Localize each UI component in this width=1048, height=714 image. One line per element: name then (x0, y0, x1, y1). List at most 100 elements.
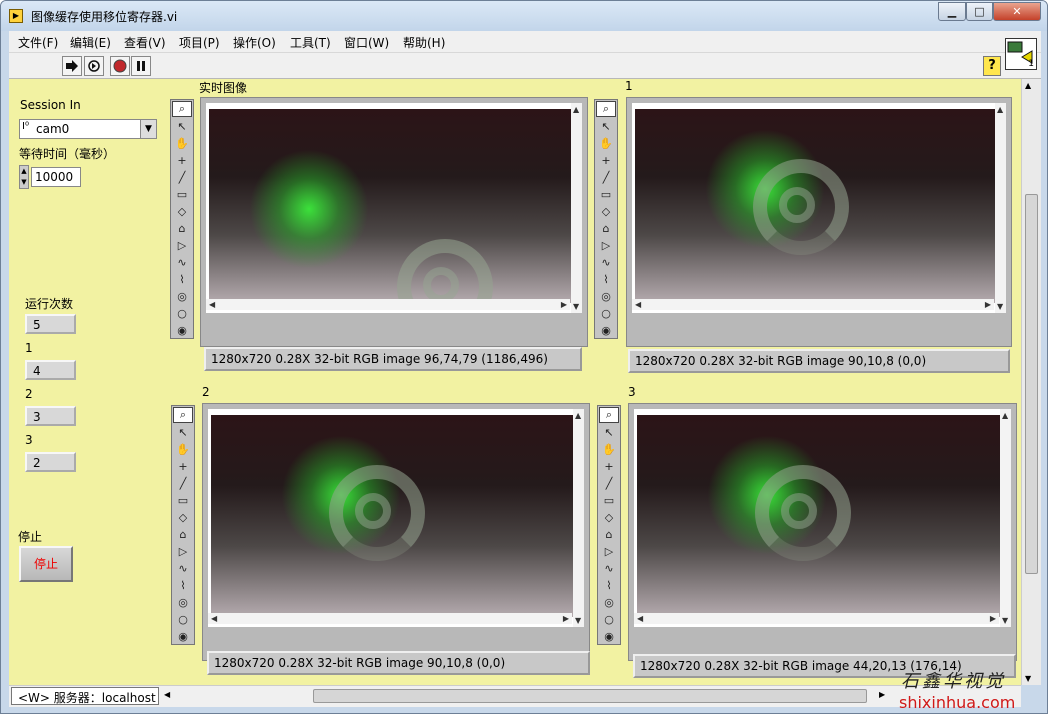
pointer-icon[interactable]: ↖ (173, 424, 193, 440)
menu-help[interactable]: 帮助(H) (403, 34, 445, 51)
rotated-rect-icon[interactable]: ◇ (596, 203, 616, 219)
image-1-scroll-left-icon[interactable]: ◀ (635, 300, 641, 309)
pan-icon[interactable]: ✋ (173, 441, 193, 457)
panel-horizontal-scroll-thumb[interactable] (313, 689, 867, 703)
scroll-up-arrow-icon[interactable]: ▲ (1025, 81, 1031, 90)
scroll-right-arrow-icon[interactable]: ▶ (879, 690, 885, 699)
image-0-scroll-left-icon[interactable]: ◀ (209, 300, 215, 309)
panel-vertical-scroll-thumb[interactable] (1025, 194, 1038, 574)
pointer-icon[interactable]: ↖ (596, 118, 616, 134)
image-1-scroll-up-icon[interactable]: ▲ (997, 105, 1003, 114)
rotated-rect-icon[interactable]: ◇ (173, 509, 193, 525)
line-icon[interactable]: ╱ (596, 169, 616, 185)
image-1-scroll-down-icon[interactable]: ▼ (997, 302, 1003, 311)
point-icon[interactable]: + (173, 458, 193, 474)
line-icon[interactable]: ╱ (599, 475, 619, 491)
polygon-icon[interactable]: ⌂ (172, 220, 192, 236)
broken-line-icon[interactable]: ▷ (596, 237, 616, 253)
image-2-scroll-up-icon[interactable]: ▲ (575, 411, 581, 420)
image-2-scroll-left-icon[interactable]: ◀ (211, 614, 217, 623)
point-icon[interactable]: + (599, 458, 619, 474)
session-in-control[interactable]: I⁰ cam0 ▼ (19, 119, 157, 139)
pan-icon[interactable]: ✋ (599, 441, 619, 457)
image-2-scroll-right-icon[interactable]: ▶ (563, 614, 569, 623)
close-button[interactable]: ✕ (993, 2, 1041, 21)
oval-icon[interactable]: ○ (173, 611, 193, 627)
zoom-icon[interactable]: ⌕ (172, 101, 192, 117)
pan-icon[interactable]: ✋ (172, 135, 192, 151)
maximize-button[interactable]: □ (966, 2, 993, 21)
menu-window[interactable]: 窗口(W) (344, 34, 389, 51)
run-continuously-button[interactable] (84, 56, 104, 76)
menu-file[interactable]: 文件(F) (18, 34, 58, 51)
pointer-icon[interactable]: ↖ (172, 118, 192, 134)
image-3-scroll-up-icon[interactable]: ▲ (1002, 411, 1008, 420)
broken-line-icon[interactable]: ▷ (172, 237, 192, 253)
image-0-display[interactable]: ▲ ▼ ◀ ▶ (200, 97, 588, 347)
annulus-icon[interactable]: ◉ (173, 628, 193, 644)
menu-operate[interactable]: 操作(O) (233, 34, 276, 51)
zoom-icon[interactable]: ⌕ (596, 101, 616, 117)
freehand-icon[interactable]: ∿ (596, 254, 616, 270)
menu-tools[interactable]: 工具(T) (290, 34, 331, 51)
abort-button[interactable] (110, 56, 130, 76)
pointer-icon[interactable]: ↖ (599, 424, 619, 440)
stop-button[interactable]: 停止 (19, 546, 73, 582)
image-1-scroll-right-icon[interactable]: ▶ (985, 300, 991, 309)
closed-freehand-icon[interactable]: ◎ (599, 594, 619, 610)
image-0-scroll-down-icon[interactable]: ▼ (573, 302, 579, 311)
broken-line-icon[interactable]: ▷ (173, 543, 193, 559)
closed-freehand-icon[interactable]: ◎ (172, 288, 192, 304)
image-0-horizontal-scrollbar[interactable]: ◀ ▶ (206, 299, 570, 310)
panel-vertical-scrollbar[interactable]: ▲ ▼ (1021, 79, 1041, 685)
image-0-scroll-up-icon[interactable]: ▲ (573, 105, 579, 114)
image-0-scroll-right-icon[interactable]: ▶ (561, 300, 567, 309)
annulus-icon[interactable]: ◉ (172, 322, 192, 338)
image-3-horizontal-scrollbar[interactable]: ◀ ▶ (634, 613, 999, 624)
image-2-display[interactable]: ▲ ▼ ◀ ▶ (202, 403, 590, 661)
polygon-icon[interactable]: ⌂ (599, 526, 619, 542)
zoom-icon[interactable]: ⌕ (599, 407, 619, 423)
oval-icon[interactable]: ○ (599, 611, 619, 627)
freehand-icon[interactable]: ∿ (172, 254, 192, 270)
image-2-horizontal-scrollbar[interactable]: ◀ ▶ (208, 613, 572, 624)
point-icon[interactable]: + (172, 152, 192, 168)
annulus-icon[interactable]: ◉ (599, 628, 619, 644)
image-0-vertical-scrollbar[interactable]: ▲ ▼ (571, 103, 582, 313)
closed-freehand-icon[interactable]: ◎ (596, 288, 616, 304)
rectangle-icon[interactable]: ▭ (599, 492, 619, 508)
image-3-scroll-right-icon[interactable]: ▶ (990, 614, 996, 623)
polygon-icon[interactable]: ⌂ (596, 220, 616, 236)
freehand-region-icon[interactable]: ⌇ (173, 577, 193, 593)
rectangle-icon[interactable]: ▭ (172, 186, 192, 202)
run-button[interactable] (62, 56, 82, 76)
pause-button[interactable] (131, 56, 151, 76)
freehand-region-icon[interactable]: ⌇ (172, 271, 192, 287)
dropdown-arrow-icon[interactable]: ▼ (140, 120, 156, 138)
menu-edit[interactable]: 编辑(E) (70, 34, 111, 51)
timeout-input[interactable]: 10000 (31, 167, 81, 187)
image-2-scroll-down-icon[interactable]: ▼ (575, 616, 581, 625)
freehand-region-icon[interactable]: ⌇ (596, 271, 616, 287)
image-3-scroll-left-icon[interactable]: ◀ (637, 614, 643, 623)
minimize-button[interactable]: ▁ (938, 2, 966, 21)
rectangle-icon[interactable]: ▭ (173, 492, 193, 508)
freehand-region-icon[interactable]: ⌇ (599, 577, 619, 593)
scroll-left-arrow-icon[interactable]: ◀ (164, 690, 170, 699)
timeout-increment-icon[interactable]: ▲ ▼ (19, 165, 29, 189)
image-1-display[interactable]: ▲ ▼ ◀ ▶ (626, 97, 1012, 347)
oval-icon[interactable]: ○ (596, 305, 616, 321)
image-1-horizontal-scrollbar[interactable]: ◀ ▶ (632, 299, 994, 310)
image-3-vertical-scrollbar[interactable]: ▲ ▼ (1000, 409, 1011, 627)
line-icon[interactable]: ╱ (172, 169, 192, 185)
point-icon[interactable]: + (596, 152, 616, 168)
rectangle-icon[interactable]: ▭ (596, 186, 616, 202)
menu-view[interactable]: 查看(V) (124, 34, 166, 51)
polygon-icon[interactable]: ⌂ (173, 526, 193, 542)
freehand-icon[interactable]: ∿ (173, 560, 193, 576)
annulus-icon[interactable]: ◉ (596, 322, 616, 338)
broken-line-icon[interactable]: ▷ (599, 543, 619, 559)
image-2-vertical-scrollbar[interactable]: ▲ ▼ (573, 409, 584, 627)
context-help-button[interactable]: ? (983, 56, 1001, 76)
image-3-scroll-down-icon[interactable]: ▼ (1002, 616, 1008, 625)
